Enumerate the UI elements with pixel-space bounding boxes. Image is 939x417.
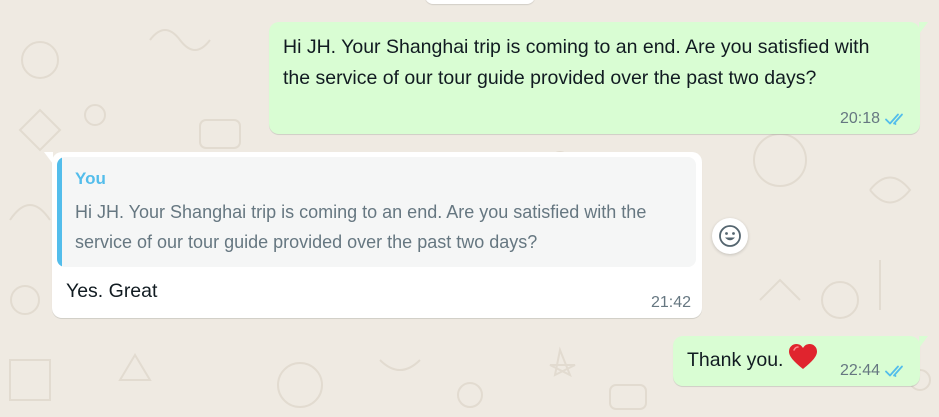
message-meta: 20:18 [840,110,909,128]
message-text: Yes. Great [66,280,158,302]
bubble-tail [919,336,928,348]
message-time: 22:44 [839,362,880,379]
message-text: Thank you. [687,349,784,371]
bubble-tail [44,152,53,164]
red-heart-emoji-icon [789,344,818,369]
message-meta: 21:42 [651,294,691,312]
double-check-read-icon [885,113,903,125]
message-time: 20:18 [839,110,880,127]
message-content: Thank you. [687,344,847,376]
quote-text: Hi JH. Your Shanghai trip is coming to a… [75,202,647,252]
quoted-message[interactable]: You Hi JH. Your Shanghai trip is coming … [57,157,696,267]
message-outgoing[interactable]: Thank you. 22:44 [673,336,928,386]
bubble-tail [919,22,928,34]
quote-author: You [75,169,106,188]
message-time: 21:42 [650,294,691,311]
message-incoming[interactable]: You Hi JH. Your Shanghai trip is coming … [44,152,702,318]
message-text: Hi JH. Your Shanghai trip is coming to a… [283,36,870,89]
smiley-icon [719,225,741,247]
quote-accent-bar [57,157,62,267]
double-check-read-icon [885,365,903,377]
date-separator-edge [425,0,535,4]
message-meta: 22:44 [840,362,909,380]
react-button[interactable] [712,218,748,254]
message-outgoing[interactable]: Hi JH. Your Shanghai trip is coming to a… [269,22,928,134]
